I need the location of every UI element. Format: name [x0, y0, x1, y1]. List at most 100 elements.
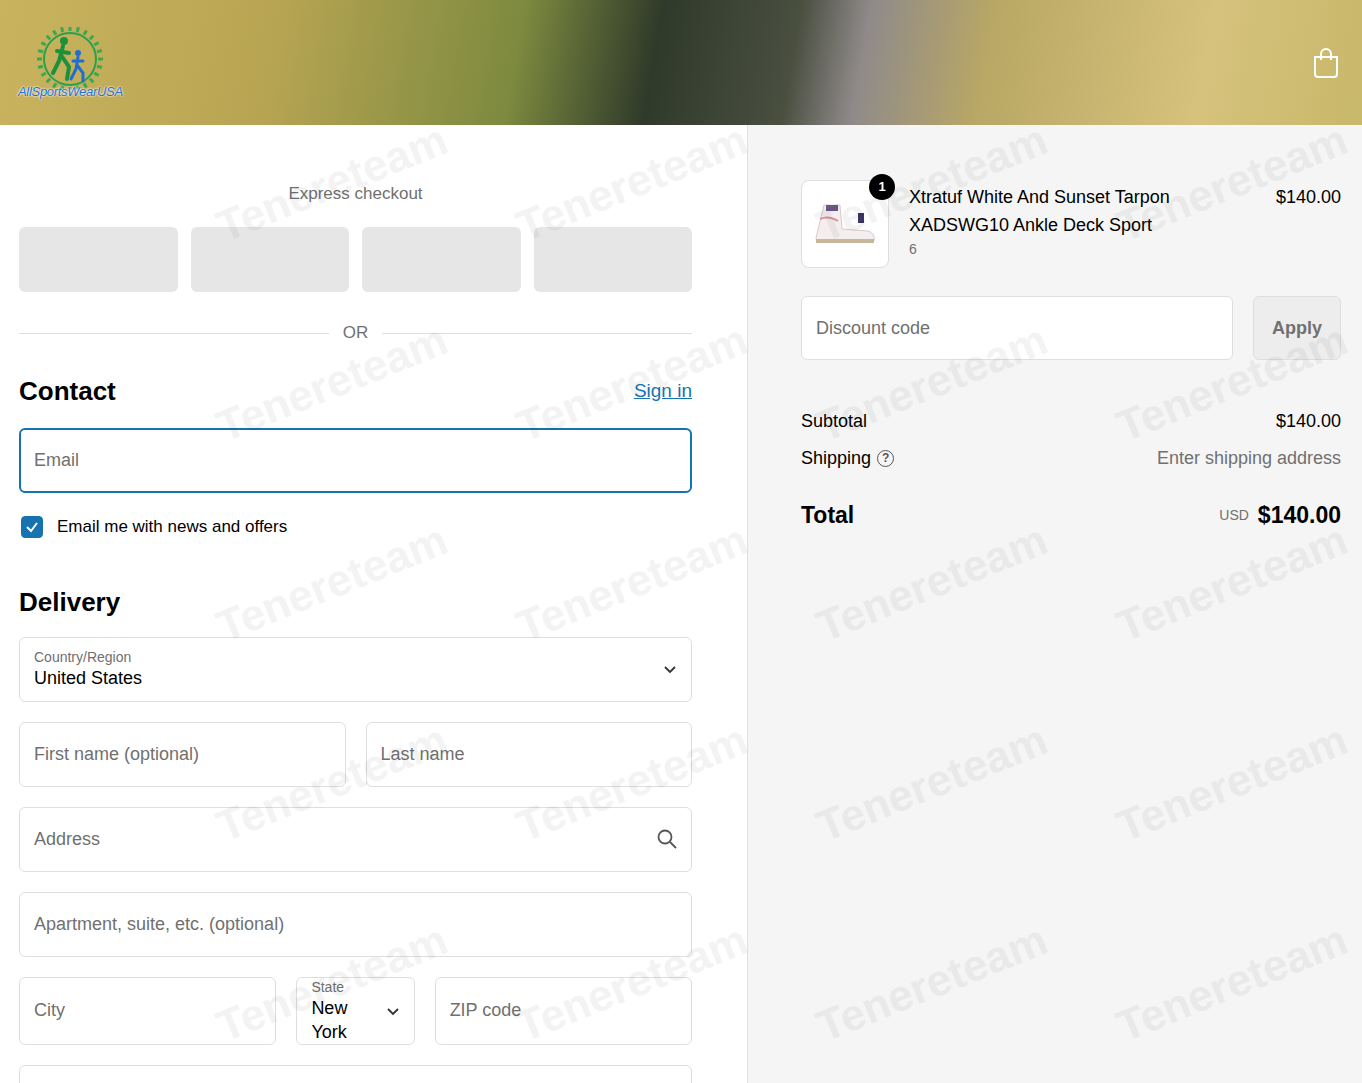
delivery-heading: Delivery — [19, 586, 692, 618]
watermark-text: Tenereteam — [207, 507, 458, 660]
total-currency: USD — [1219, 505, 1249, 526]
cart-item: 1 Xtratuf White And Sunset Tarpon XADSWG1… — [801, 180, 1341, 268]
watermark-text: Tenereteam — [807, 907, 1058, 1060]
text-input[interactable] — [34, 741, 331, 768]
watermark-text: Tenereteam — [207, 307, 458, 460]
text-input[interactable] — [381, 741, 678, 768]
select-field[interactable]: StateNew York — [296, 977, 414, 1045]
or-divider: OR — [19, 322, 692, 344]
discount-field[interactable] — [801, 296, 1233, 360]
watermark-text: Tenereteam — [807, 707, 1058, 860]
apply-button[interactable]: Apply — [1253, 296, 1341, 360]
email-input[interactable] — [34, 447, 677, 474]
total-group: USD $140.00 — [1219, 498, 1341, 533]
input-field[interactable] — [19, 892, 692, 957]
discount-row: Apply — [801, 296, 1341, 360]
select-value: New York — [311, 996, 385, 1044]
checkout-form: Express checkout OR Contact Sign in Email me… — [0, 125, 748, 1083]
watermark-text: Tenereteam — [1107, 307, 1358, 460]
total-row: TotalUSD$140.00 — [801, 498, 1341, 533]
delivery-row: StateNew York — [19, 977, 692, 1045]
watermark-text: Tenereteam — [807, 307, 1058, 460]
express-button[interactable] — [362, 227, 521, 292]
check-icon — [25, 520, 39, 534]
express-checkout-title: Express checkout — [19, 182, 692, 206]
select-field[interactable]: Country/RegionUnited States — [19, 637, 692, 702]
shipping-label: Shipping — [801, 446, 871, 470]
text-input[interactable] — [34, 911, 677, 938]
select-label: State — [311, 978, 385, 996]
shipping-label-group: Shipping? — [801, 446, 894, 470]
delivery-row — [19, 807, 692, 872]
bag-icon — [1312, 47, 1340, 79]
express-button[interactable] — [19, 227, 178, 292]
product-image: 1 — [801, 180, 889, 268]
watermark-layer: Tenereteam Tenereteam Tenereteam Tenereteam… — [0, 0, 1362, 1083]
store-logo[interactable]: AllSportsWearUSA — [18, 27, 123, 98]
shipping-value: Enter shipping address — [1157, 446, 1341, 470]
header-banner: AllSportsWearUSA — [0, 0, 1362, 125]
watermark-text: Tenereteam — [507, 907, 758, 1060]
express-button[interactable] — [534, 227, 693, 292]
total-value: $140.00 — [1258, 498, 1341, 533]
delivery-row: Country/RegionUnited States — [19, 637, 692, 702]
divider-line — [19, 333, 329, 334]
item-variant: 6 — [909, 239, 1260, 259]
watermark-text: Tenereteam — [507, 307, 758, 460]
watermark-text: Tenereteam — [1107, 907, 1358, 1060]
text-input[interactable] — [450, 997, 677, 1024]
express-buttons — [19, 227, 692, 292]
item-price: $140.00 — [1276, 183, 1341, 211]
checkout-main: Express checkout OR Contact Sign in Email me… — [0, 125, 1362, 1083]
watermark-text: Tenereteam — [1107, 707, 1358, 860]
phone-field[interactable] — [19, 1065, 692, 1083]
contact-heading: Contact — [19, 375, 116, 407]
delivery-row — [19, 722, 692, 787]
select-label: Country/Region — [34, 648, 663, 666]
email-field[interactable] — [19, 428, 692, 493]
input-field[interactable] — [366, 722, 693, 787]
select-content: StateNew York — [311, 978, 385, 1044]
watermark-text: Tenereteam — [207, 907, 458, 1060]
select-value: United States — [34, 666, 663, 690]
input-field[interactable] — [19, 722, 346, 787]
boot-icon — [810, 199, 880, 249]
watermark-text: Tenereteam — [507, 707, 758, 860]
quantity-badge: 1 — [869, 174, 895, 200]
logo-text: AllSportsWearUSA — [18, 85, 123, 98]
watermark-text: Tenereteam — [807, 507, 1058, 660]
input-field[interactable] — [19, 977, 276, 1045]
watermark-text: Tenereteam — [207, 107, 458, 260]
newsletter-checkbox[interactable] — [21, 516, 43, 538]
chevron-down-icon — [663, 662, 677, 676]
header-bar: AllSportsWearUSA — [0, 0, 1362, 125]
sign-in-link[interactable]: Sign in — [634, 377, 692, 406]
newsletter-label: Email me with news and offers — [57, 514, 287, 540]
text-input[interactable] — [34, 997, 261, 1024]
item-name: Xtratuf White And Sunset Tarpon XADSWG10… — [909, 183, 1260, 239]
divider-line — [382, 333, 692, 334]
watermark-text: Tenereteam — [507, 107, 758, 260]
watermark-text: Tenereteam — [807, 107, 1058, 260]
input-field[interactable] — [435, 977, 692, 1045]
subtotal-value: $140.00 — [1276, 409, 1341, 433]
search-field[interactable] — [19, 807, 692, 872]
logo-emblem-icon — [33, 27, 107, 89]
express-button[interactable] — [191, 227, 350, 292]
item-info: Xtratuf White And Sunset Tarpon XADSWG10… — [909, 183, 1260, 259]
cart-button[interactable] — [1312, 47, 1340, 79]
watermark-text: Tenereteam — [1107, 107, 1358, 260]
discount-input[interactable] — [816, 315, 1218, 342]
watermark-text: Tenereteam — [1107, 507, 1358, 660]
contact-header: Contact Sign in — [19, 375, 692, 407]
delivery-row — [19, 892, 692, 957]
text-input[interactable] — [34, 826, 657, 853]
subtotal-label: Subtotal — [801, 409, 867, 433]
help-icon[interactable]: ? — [877, 450, 894, 467]
or-text: OR — [343, 322, 369, 344]
chevron-down-icon — [386, 1004, 400, 1018]
order-summary: 1 Xtratuf White And Sunset Tarpon XADSWG1… — [748, 125, 1362, 1083]
newsletter-option[interactable]: Email me with news and offers — [19, 514, 692, 540]
subtotal-row: Subtotal $140.00 — [801, 409, 1341, 433]
shipping-row: Shipping? Enter shipping address — [801, 446, 1341, 470]
